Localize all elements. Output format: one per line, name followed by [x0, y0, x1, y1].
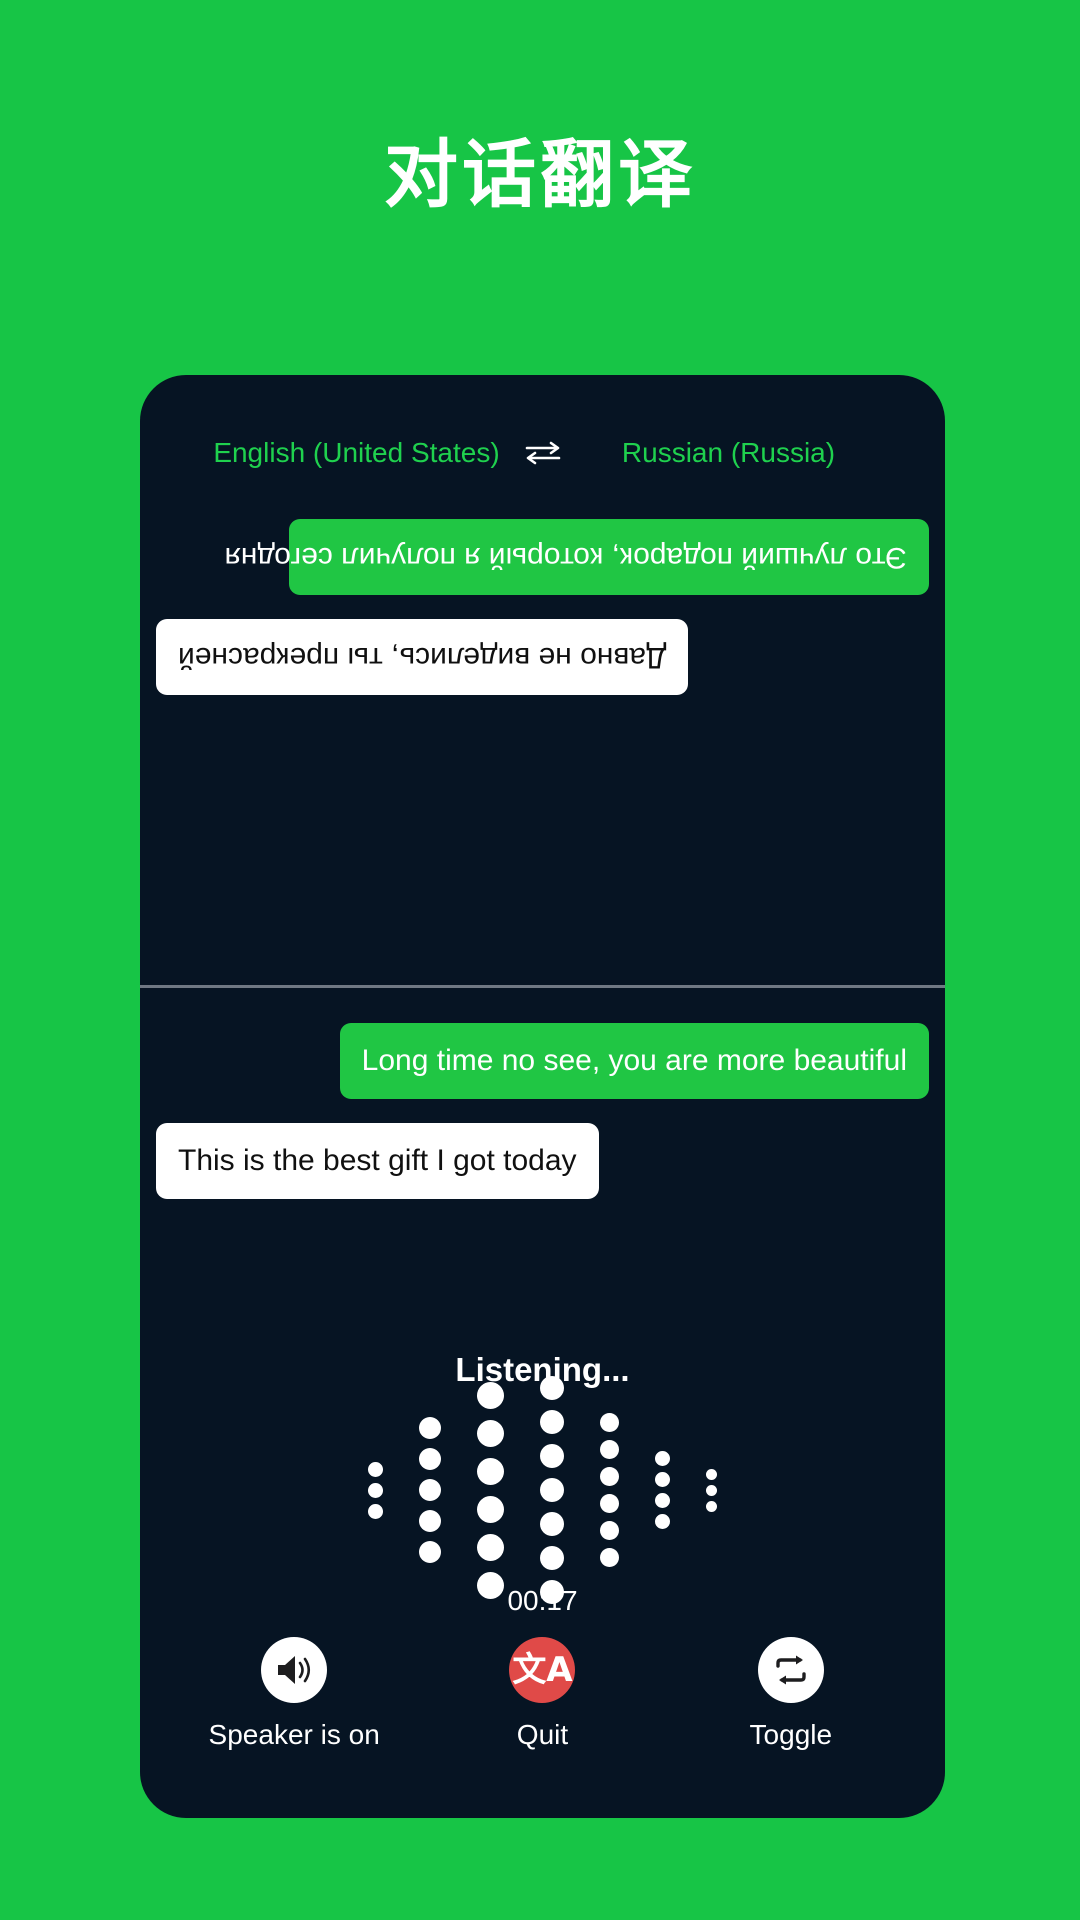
speaker-toggle-label: Speaker is on — [208, 1719, 380, 1750]
waveform-dot — [655, 1472, 670, 1487]
waveform-dot — [706, 1468, 717, 1480]
waveform-dot — [600, 1494, 619, 1513]
waveform-dot — [600, 1413, 619, 1432]
waveform-dot — [655, 1514, 670, 1529]
swap-horizontal-icon[interactable] — [513, 438, 573, 468]
waveform-dot — [600, 1467, 619, 1486]
waveform-dot — [600, 1440, 619, 1459]
pane-divider — [140, 985, 945, 988]
message-bubble: Давно не виделись, ты прекрасней — [156, 619, 689, 695]
page-title: 对话翻译 — [384, 132, 696, 216]
waveform-dot — [540, 1376, 564, 1400]
waveform-dot — [477, 1533, 504, 1561]
waveform-column — [477, 1381, 504, 1599]
recording-timer: 00:17 — [507, 1585, 578, 1616]
waveform-column — [419, 1417, 441, 1563]
quit-button[interactable]: 文A Quit — [427, 1637, 657, 1751]
waveform-dot — [706, 1484, 717, 1496]
waveform-column — [655, 1451, 670, 1529]
waveform-dot — [368, 1482, 383, 1498]
waveform-dot — [368, 1503, 383, 1519]
waveform-column — [368, 1461, 383, 1519]
waveform-dot — [477, 1495, 504, 1523]
toggle-label: Toggle — [749, 1719, 833, 1750]
waveform-dot — [655, 1451, 670, 1466]
waveform-dot — [477, 1419, 504, 1447]
waveform-dot — [600, 1548, 619, 1567]
waveform-dot — [419, 1541, 441, 1563]
message-bubble: Это лучший подарок, который я получил се… — [225, 519, 929, 595]
control-bar: Speaker is on 文A Quit Toggle — [140, 1637, 945, 1751]
waveform-column — [706, 1468, 717, 1512]
waveform-dot — [655, 1493, 670, 1508]
source-language-button[interactable]: English (United States) — [201, 437, 513, 469]
audio-waveform-visualizer — [140, 1376, 945, 1604]
message-bubble: Long time no see, you are more beautiful — [339, 1023, 929, 1099]
waveform-dot — [419, 1448, 441, 1470]
message-bubble: This is the best gift I got today — [156, 1123, 599, 1199]
waveform-dot — [600, 1521, 619, 1540]
waveform-dot — [540, 1546, 564, 1570]
waveform-column — [600, 1413, 619, 1567]
target-language-button[interactable]: Russian (Russia) — [573, 437, 885, 469]
speaker-toggle-button[interactable]: Speaker is on — [179, 1637, 409, 1751]
translate-icon: 文A — [509, 1637, 576, 1703]
language-selector-bar: English (United States) Russian (Russia) — [140, 437, 945, 469]
waveform-column — [540, 1376, 564, 1604]
toggle-button[interactable]: Toggle — [676, 1637, 906, 1751]
waveform-dot — [477, 1381, 504, 1409]
waveform-dot — [419, 1417, 441, 1439]
waveform-dot — [477, 1457, 504, 1485]
conversation-pane-top: Давно не виделись, ты прекрасней Это луч… — [140, 495, 945, 985]
waveform-dot — [706, 1500, 717, 1512]
waveform-dot — [540, 1512, 564, 1536]
conversation-card: English (United States) Russian (Russia)… — [140, 375, 945, 1818]
toggle-swap-icon — [757, 1637, 824, 1703]
waveform-dot — [540, 1444, 564, 1468]
conversation-pane-bottom: Long time no see, you are more beautiful… — [140, 993, 945, 1323]
quit-label: Quit — [516, 1719, 569, 1750]
speaker-on-icon — [261, 1637, 328, 1703]
waveform-dot — [419, 1510, 441, 1532]
translate-glyph: 文A — [512, 1650, 573, 1690]
waveform-dot — [368, 1461, 383, 1477]
waveform-dot — [419, 1479, 441, 1501]
waveform-dot — [540, 1478, 564, 1502]
waveform-dot — [540, 1410, 564, 1434]
